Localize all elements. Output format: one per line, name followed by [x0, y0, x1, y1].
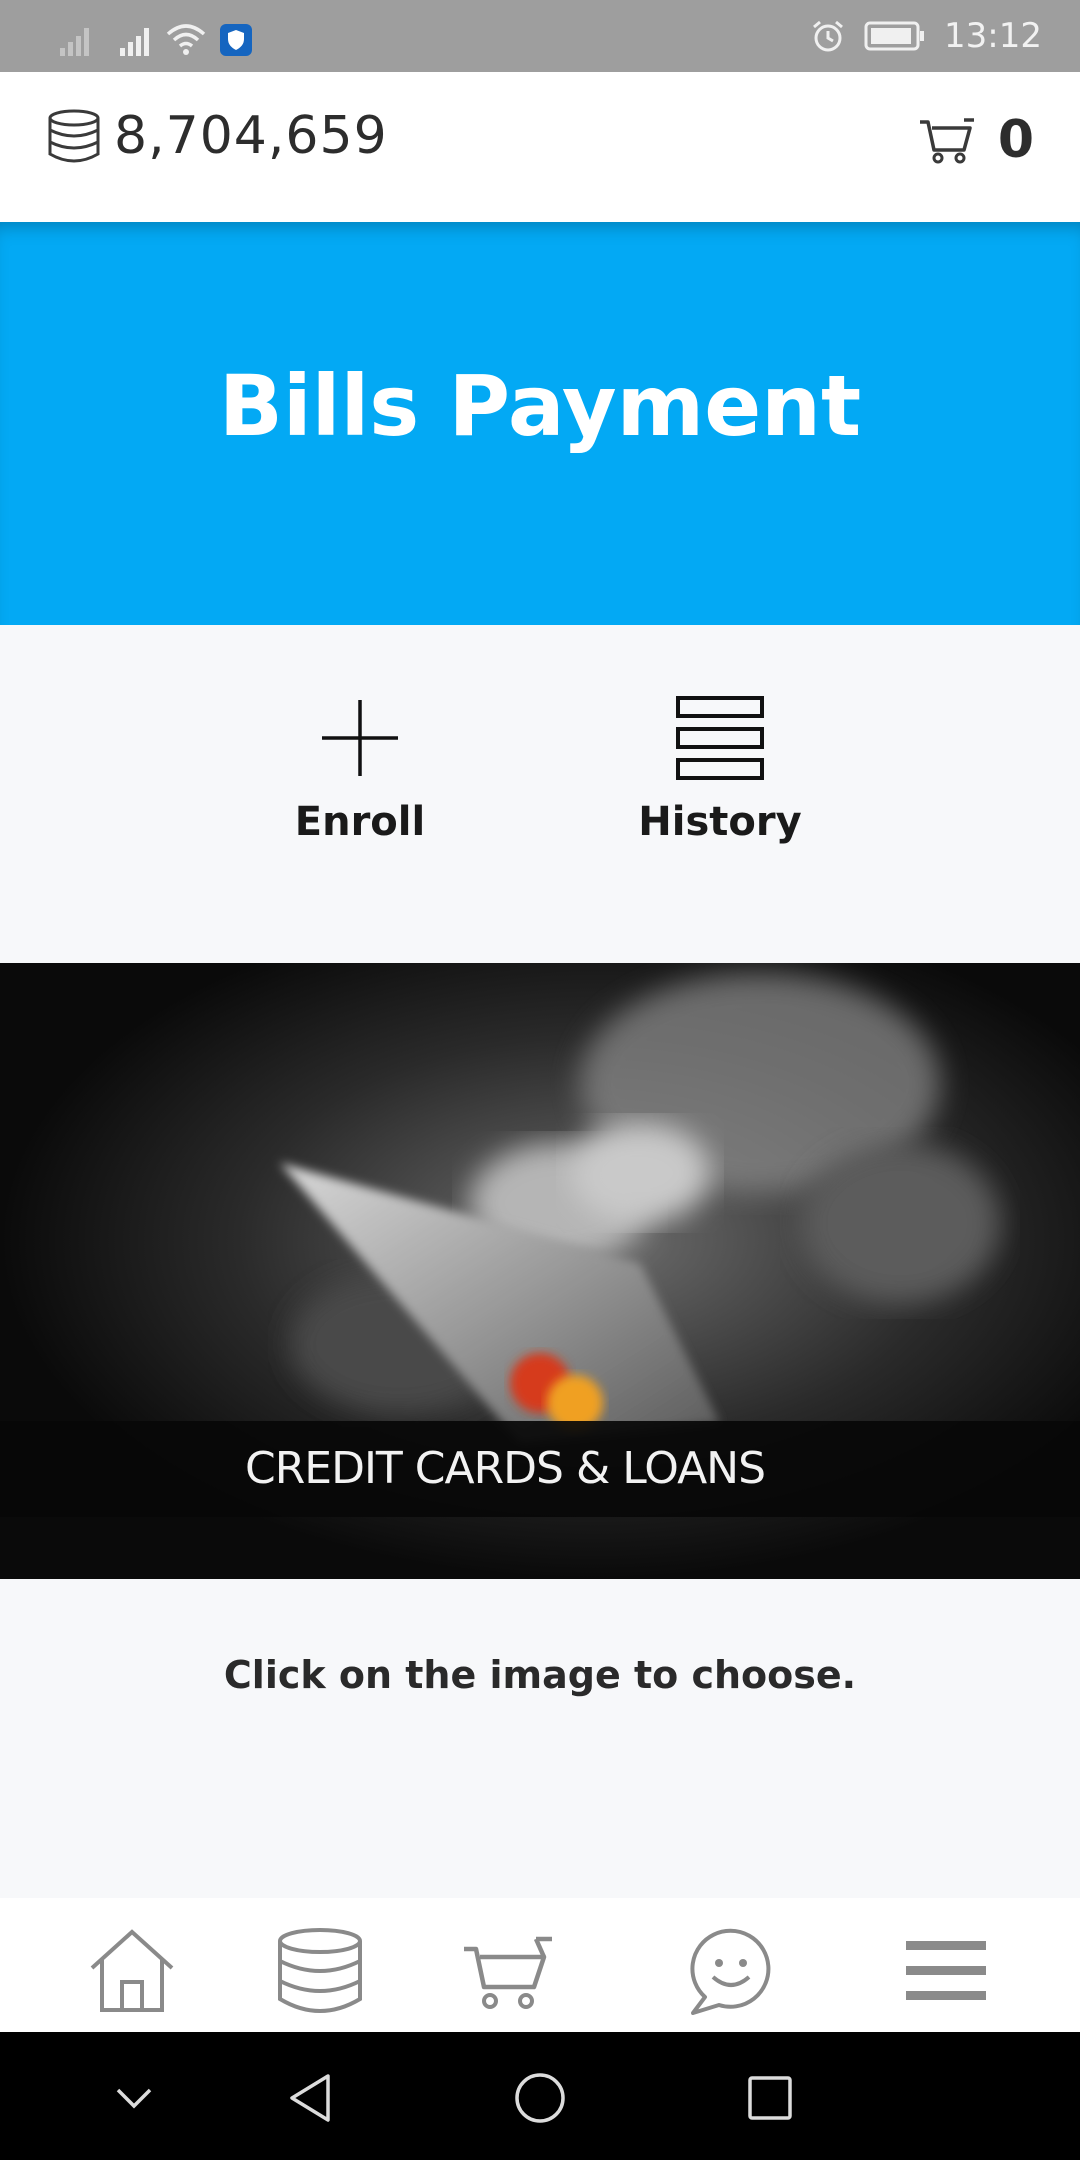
status-icons-right: 13:12 — [810, 14, 1042, 58]
system-nav-bar — [0, 2032, 1080, 2160]
chevron-down-icon — [116, 2088, 152, 2109]
battery-icon — [864, 21, 925, 51]
page-title: Bills Payment — [218, 357, 862, 455]
nav-chat[interactable] — [680, 1926, 780, 2016]
history-button[interactable]: History — [590, 695, 850, 845]
back-button[interactable] — [280, 2070, 340, 2126]
hint-text: Click on the image to choose. — [223, 1653, 857, 1697]
recents-button[interactable] — [740, 2070, 800, 2126]
nav-cart[interactable] — [458, 1926, 558, 2016]
top-header: 8,704,659 0 — [0, 72, 1080, 222]
category-label: CREDIT CARDS & LOANS — [244, 1443, 766, 1494]
balance-amount: 8,704,659 — [114, 106, 388, 166]
hero-banner: Bills Payment — [0, 222, 1080, 625]
cart-count: 0 — [997, 110, 1034, 170]
plus-icon — [322, 700, 398, 776]
menu-icon — [906, 1941, 986, 2000]
back-icon — [290, 2074, 330, 2122]
home-icon — [90, 1929, 174, 2012]
alarm-icon — [813, 20, 843, 52]
actions-section: Enroll History — [0, 625, 1080, 963]
nav-home[interactable] — [82, 1926, 182, 2016]
hide-keyboard-button[interactable] — [104, 2070, 164, 2126]
cart-button[interactable]: 0 — [918, 110, 1034, 170]
nav-coins[interactable] — [270, 1926, 370, 2016]
shield-icon — [220, 24, 252, 56]
status-icons-left — [60, 16, 252, 56]
signal-icon — [60, 28, 89, 56]
coins-stack-icon — [48, 109, 100, 163]
status-bar: 13:12 — [0, 0, 1080, 72]
signal-icon — [120, 28, 149, 56]
home-button[interactable] — [510, 2070, 570, 2126]
home-circle-icon — [515, 2073, 565, 2123]
category-label-band: CREDIT CARDS & LOANS — [0, 1421, 1080, 1517]
enroll-label: Enroll — [294, 799, 426, 845]
history-label: History — [638, 799, 802, 845]
credit-cards-loans-tile[interactable]: CREDIT CARDS & LOANS — [0, 963, 1080, 1579]
nav-menu[interactable] — [896, 1926, 996, 2016]
chat-smiley-icon — [690, 1928, 771, 2015]
cart-icon — [464, 1936, 552, 2009]
enroll-button[interactable]: Enroll — [230, 695, 490, 845]
cart-icon — [919, 118, 974, 164]
status-time: 13:12 — [944, 16, 1042, 56]
list-icon — [676, 696, 764, 780]
recents-icon — [748, 2076, 792, 2120]
wifi-icon — [166, 24, 206, 55]
balance-display[interactable]: 8,704,659 — [46, 106, 388, 166]
bottom-nav — [0, 1898, 1080, 2032]
coins-stack-icon — [278, 1928, 362, 2013]
